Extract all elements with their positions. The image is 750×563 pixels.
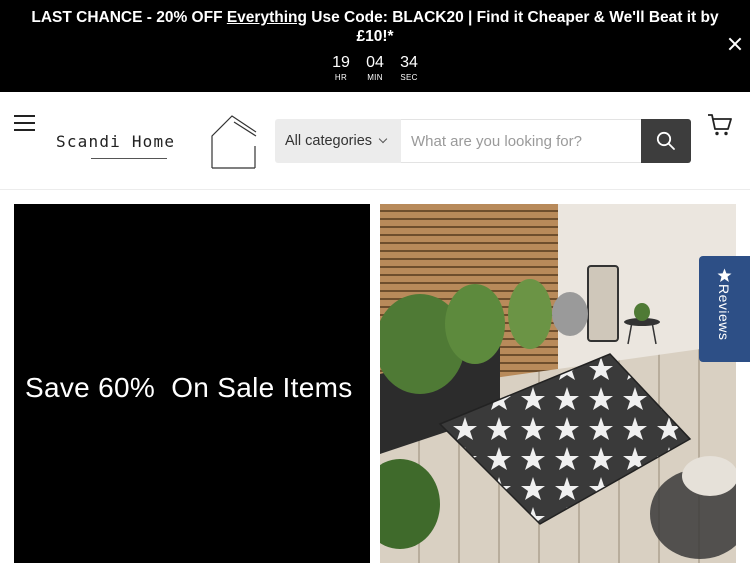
category-select[interactable]: All categories [275, 119, 401, 163]
star-icon [717, 268, 732, 282]
site-logo[interactable]: Scandi Home [54, 112, 260, 170]
countdown-minutes: 04 MIN [366, 54, 384, 82]
logo-text: Scandi Home [56, 132, 176, 151]
announcement-bar: LAST CHANCE - 20% OFF Everything Use Cod… [0, 0, 750, 92]
reviews-tab[interactable]: Reviews [699, 256, 750, 362]
announcement-text: LAST CHANCE - 20% OFF Everything Use Cod… [31, 9, 719, 45]
countdown-seconds: 34 SEC [400, 54, 418, 82]
everything-link[interactable]: Everything [227, 9, 307, 26]
cart-icon[interactable] [707, 112, 733, 138]
patio-scene-illustration [380, 204, 736, 563]
close-icon[interactable] [728, 37, 742, 51]
countdown-timer: 19 HR 04 MIN 34 SEC [0, 54, 750, 84]
logo-underline [91, 158, 167, 159]
search-icon [656, 131, 675, 150]
search-input[interactable] [401, 119, 641, 163]
search-button[interactable] [641, 119, 691, 163]
chevron-down-icon [378, 134, 388, 144]
search-bar: All categories [275, 119, 691, 163]
sale-promo-text: Save 60% On Sale Items [25, 372, 353, 403]
countdown-hours: 19 HR [332, 54, 350, 82]
sale-promo-banner[interactable]: Save 60% On Sale Items [14, 204, 370, 563]
site-header: Scandi Home All categories [0, 92, 750, 190]
patio-rug-image[interactable] [380, 204, 736, 563]
house-logo-icon [211, 115, 257, 169]
reviews-label: Reviews [716, 284, 732, 341]
menu-icon[interactable] [14, 115, 36, 131]
